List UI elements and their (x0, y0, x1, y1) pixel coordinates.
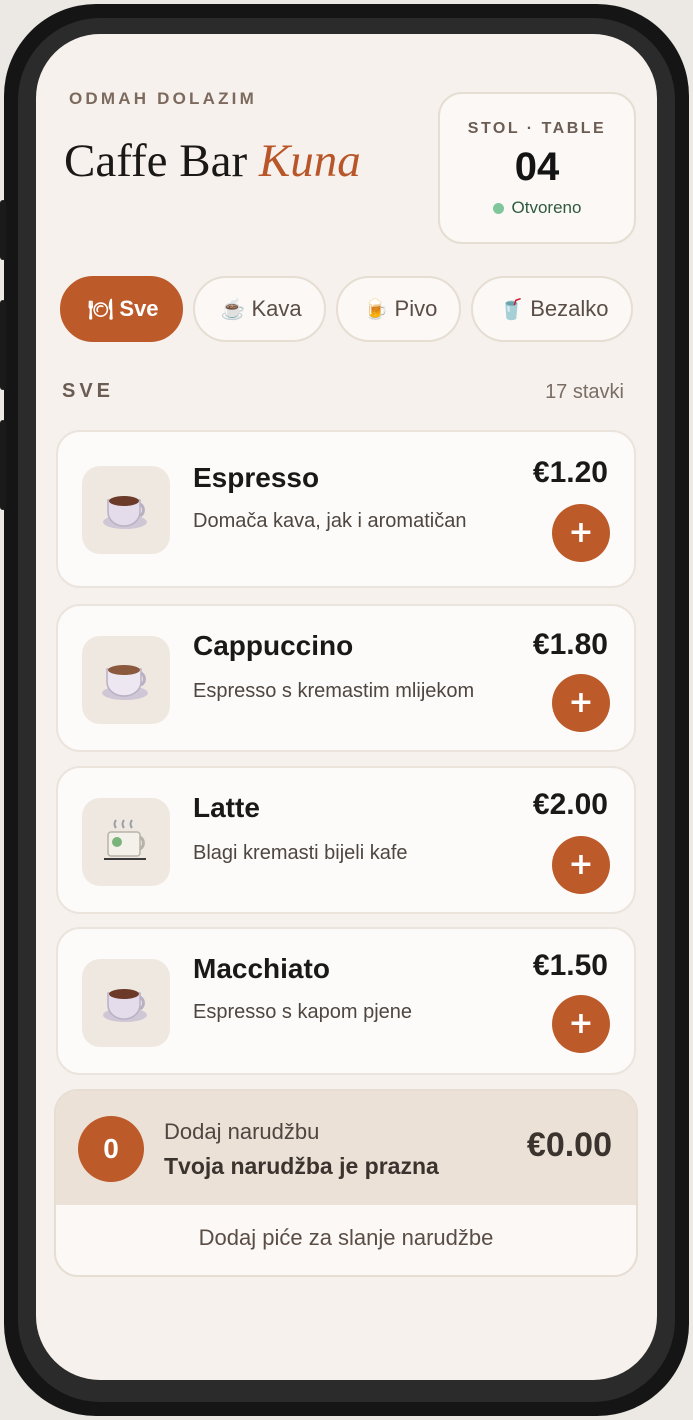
order-count-badge: 0 (78, 1116, 144, 1182)
tab-label: Bezalko (530, 296, 609, 321)
phone-side-button (0, 300, 6, 390)
item-name: Macchiato (193, 953, 330, 984)
status-dot-icon (492, 202, 504, 214)
table-card: STOL · TABLE 04 Otvoreno (438, 92, 636, 244)
coffee-cup-icon: ☕ (220, 298, 246, 321)
tab-bezalko[interactable]: 🥤 Bezalko (471, 276, 633, 342)
item-description: Espresso s kremastim mlijekom (193, 680, 475, 702)
order-empty-text: Tvoja narudžba je prazna (164, 1153, 439, 1179)
item-name: Cappuccino (193, 630, 354, 661)
order-total: €0.00 (526, 1126, 612, 1164)
table-status: Otvoreno (440, 198, 634, 218)
section-count: 17 stavki (545, 381, 624, 403)
tab-sve[interactable]: 🍽 Sve (60, 276, 183, 342)
header-kicker: ODMAH DOLAZIM (69, 89, 257, 108)
order-summary: 0 Dodaj narudžbu Tvoja narudžba je prazn… (56, 1091, 636, 1205)
tab-kava[interactable]: ☕ Kava (192, 276, 326, 342)
category-tabs: 🍽 Sve ☕ Kava 🍺 Pivo 🥤 Bezalko (60, 276, 657, 344)
menu-item-card[interactable]: Latte Blagi kremasti bijeli kafe €2.00 + (56, 766, 636, 914)
tab-label: Pivo (394, 296, 438, 321)
item-name: Latte (193, 792, 260, 823)
table-status-text: Otvoreno (511, 198, 582, 217)
item-price: €2.00 (532, 788, 608, 821)
add-item-button[interactable]: + (552, 836, 610, 894)
cappuccino-cup-icon (82, 636, 170, 724)
espresso-cup-icon (82, 466, 170, 554)
app-screen: ODMAH DOLAZIM Caffe Bar Kuna STOL · TABL… (36, 34, 657, 1380)
soft-drink-icon: 🥤 (499, 298, 525, 321)
table-label: STOL · TABLE (467, 120, 607, 137)
cutlery-icon: 🍽 (88, 298, 114, 321)
page-title: Caffe Bar Kuna (64, 134, 361, 188)
item-price: €1.20 (532, 456, 608, 489)
item-description: Espresso s kapom pjene (193, 1001, 413, 1023)
order-label: Dodaj narudžbu (164, 1119, 320, 1144)
section-title: SVE (62, 380, 115, 402)
phone-side-button (0, 420, 6, 510)
add-item-button[interactable]: + (552, 504, 610, 562)
add-item-button[interactable]: + (552, 674, 610, 732)
beer-icon: 🍺 (363, 298, 389, 321)
item-description: Blagi kremasti bijeli kafe (193, 842, 408, 864)
title-accent: Kuna (258, 135, 361, 187)
title-main: Caffe Bar (64, 135, 259, 187)
item-name: Espresso (193, 462, 320, 493)
tab-label: Kava (251, 296, 302, 321)
menu-item-card[interactable]: Espresso Domača kava, jak i aromatičan €… (56, 430, 636, 588)
order-hint: Dodaj piće za slanje narudžbe (198, 1225, 494, 1250)
latte-mug-icon (82, 798, 170, 886)
item-price: €1.80 (532, 628, 608, 661)
order-panel[interactable]: 0 Dodaj narudžbu Tvoja narudžba je prazn… (54, 1089, 638, 1277)
add-item-button[interactable]: + (552, 995, 610, 1053)
macchiato-cup-icon (82, 959, 170, 1047)
item-description: Domača kava, jak i aromatičan (193, 510, 467, 532)
menu-item-card[interactable]: Cappuccino Espresso s kremastim mlijekom… (56, 604, 636, 752)
tab-pivo[interactable]: 🍺 Pivo (335, 276, 462, 342)
table-number: 04 (514, 145, 560, 189)
tab-label: Sve (119, 296, 159, 321)
menu-item-card[interactable]: Macchiato Espresso s kapom pjene €1.50 + (56, 927, 636, 1075)
item-price: €1.50 (532, 949, 608, 982)
phone-side-button (0, 200, 6, 260)
